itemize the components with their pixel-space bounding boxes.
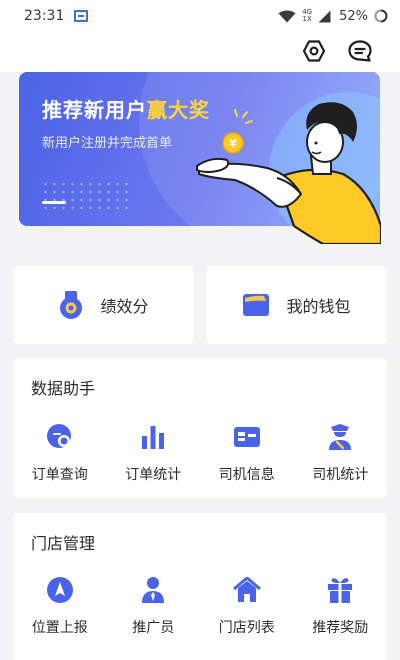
signal-icon <box>318 10 331 23</box>
data-assistant-grid: 订单查询 订单统计 司机信息 司机统计 <box>13 422 387 484</box>
referral-reward-item[interactable]: 推荐奖励 <box>294 575 388 637</box>
promoter-item[interactable]: 推广员 <box>107 575 201 637</box>
store-management-section: 门店管理 位置上报 推广员 门店列表 推荐奖励 <box>13 513 387 660</box>
status-bar: 23:31 4G 1X 52% <box>0 0 400 32</box>
performance-score-label: 绩效分 <box>100 297 149 316</box>
battery-percent: 52% <box>339 8 368 24</box>
medal-icon <box>60 291 83 319</box>
location-report-item[interactable]: 位置上报 <box>13 575 107 637</box>
network-type: 4G 1X <box>302 9 312 23</box>
section-title: 门店管理 <box>31 534 96 553</box>
banner-page-indicator <box>42 201 66 204</box>
referral-reward-label: 推荐奖励 <box>312 620 369 636</box>
bar-chart-icon <box>142 426 165 449</box>
location-icon <box>46 577 73 603</box>
banner-subtitle: 新用户注册并完成首单 <box>42 136 173 151</box>
location-report-label: 位置上报 <box>31 620 88 636</box>
battery-icon <box>374 9 388 23</box>
svg-text:¥: ¥ <box>229 137 237 150</box>
driver-icon <box>329 424 352 450</box>
order-stats-item[interactable]: 订单统计 <box>107 422 201 484</box>
app-notification-icon <box>74 10 89 22</box>
store-home-icon <box>232 577 261 602</box>
my-wallet-label: 我的钱包 <box>286 297 351 316</box>
promoter-icon <box>142 577 165 603</box>
app-header <box>0 32 400 72</box>
banner-title: 推荐新用户赢大奖 <box>42 94 210 123</box>
message-button[interactable] <box>345 36 375 66</box>
order-search-label: 订单查询 <box>31 467 88 483</box>
order-stats-label: 订单统计 <box>125 467 182 483</box>
driver-stats-label: 司机统计 <box>312 467 369 483</box>
status-time: 23:31 <box>24 8 65 24</box>
wallet-icon <box>243 294 270 316</box>
coin-icon: ¥ <box>222 132 244 154</box>
order-search-item[interactable]: 订单查询 <box>13 422 107 484</box>
driver-stats-item[interactable]: 司机统计 <box>294 422 388 484</box>
banner-dot-pattern <box>41 180 131 212</box>
order-search-icon <box>46 424 71 448</box>
data-assistant-section: 数据助手 订单查询 订单统计 司机信息 司机统计 <box>13 358 387 498</box>
my-wallet-card[interactable]: 我的钱包 <box>206 266 387 344</box>
store-list-item[interactable]: 门店列表 <box>200 575 294 637</box>
promoter-label: 推广员 <box>132 620 175 636</box>
person-illustration: ¥ <box>196 102 381 244</box>
settings-button[interactable] <box>299 36 329 66</box>
section-title: 数据助手 <box>31 379 96 398</box>
banner-title-main: 推荐新用户 <box>42 98 147 122</box>
message-icon <box>348 40 372 62</box>
status-indicators: 4G 1X 52% <box>278 9 388 24</box>
promo-banner[interactable]: 推荐新用户赢大奖 新用户注册并完成首单 ¥ <box>19 72 381 244</box>
network-bottom-label: 1X <box>302 15 312 23</box>
driver-info-label: 司机信息 <box>218 467 275 483</box>
gift-icon <box>328 578 353 603</box>
performance-score-card[interactable]: 绩效分 <box>13 266 194 344</box>
store-management-grid: 位置上报 推广员 门店列表 推荐奖励 <box>13 575 387 637</box>
driver-info-item[interactable]: 司机信息 <box>200 422 294 484</box>
settings-icon <box>302 40 326 62</box>
id-card-icon <box>233 427 260 447</box>
wifi-icon <box>278 10 296 23</box>
store-list-label: 门店列表 <box>218 620 275 636</box>
